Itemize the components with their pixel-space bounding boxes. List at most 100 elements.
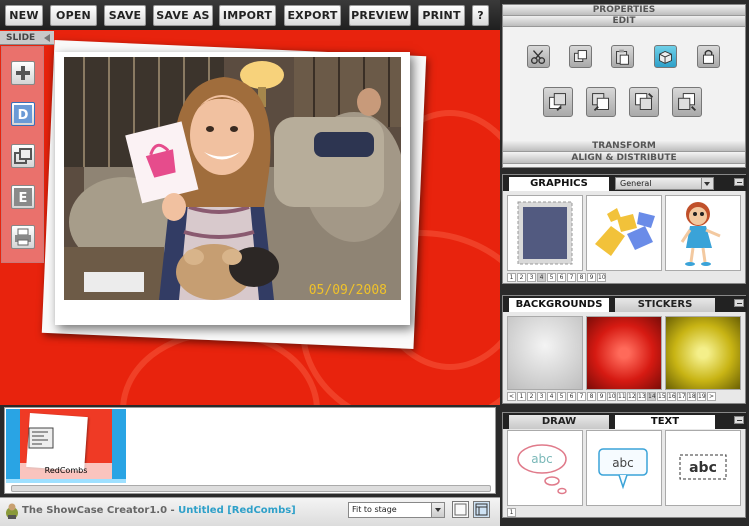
single-view-button[interactable] bbox=[452, 501, 469, 518]
split-view-button[interactable] bbox=[473, 501, 490, 518]
background-thumb-red[interactable] bbox=[586, 316, 662, 390]
page-button[interactable]: 1 bbox=[507, 508, 516, 517]
send-to-back-button[interactable] bbox=[672, 87, 702, 117]
tab-stickers[interactable]: STICKERS bbox=[615, 298, 715, 312]
dashed-text-box-icon: abc bbox=[679, 454, 727, 480]
tab-draw[interactable]: DRAW bbox=[509, 415, 609, 429]
slide-thumbnail[interactable]: RedCombs bbox=[6, 409, 126, 479]
page-button[interactable]: 16 bbox=[667, 392, 676, 401]
page-button[interactable]: 6 bbox=[567, 392, 576, 401]
minimize-icon[interactable] bbox=[734, 299, 744, 307]
text-style-speech-bubble[interactable]: abc bbox=[586, 430, 662, 506]
save-as-button[interactable]: SAVE AS bbox=[153, 5, 213, 26]
minimize-icon[interactable] bbox=[734, 178, 744, 186]
page-button[interactable]: 9 bbox=[597, 392, 606, 401]
page-button[interactable]: 2 bbox=[517, 273, 526, 282]
slide-thumbnail-label: RedCombs bbox=[20, 463, 112, 479]
page-button[interactable]: 15 bbox=[657, 392, 666, 401]
page-button[interactable]: 12 bbox=[627, 392, 636, 401]
tab-text[interactable]: TEXT bbox=[615, 415, 715, 429]
page-button[interactable]: 14 bbox=[647, 392, 656, 401]
page-button[interactable]: 4 bbox=[537, 273, 546, 282]
print-slide-button[interactable] bbox=[11, 225, 35, 249]
page-button[interactable]: 6 bbox=[557, 273, 566, 282]
properties-header[interactable]: PROPERTIES bbox=[503, 5, 745, 16]
preview-button[interactable]: PREVIEW bbox=[349, 5, 411, 26]
stamp-frame-image bbox=[517, 201, 573, 265]
print-button[interactable]: PRINT bbox=[418, 5, 465, 26]
help-button[interactable]: ? bbox=[472, 5, 489, 26]
svg-text:abc: abc bbox=[689, 460, 717, 476]
page-button[interactable]: < bbox=[507, 392, 516, 401]
page-button[interactable]: 1 bbox=[517, 392, 526, 401]
app-logo-icon bbox=[6, 503, 18, 519]
puzzle-pieces-image bbox=[595, 208, 655, 256]
open-button[interactable]: OPEN bbox=[50, 5, 97, 26]
page-button[interactable]: 8 bbox=[587, 392, 596, 401]
arrange-button[interactable] bbox=[654, 45, 677, 68]
duplicate-slide-button[interactable]: D bbox=[11, 102, 35, 126]
save-button[interactable]: SAVE bbox=[104, 5, 146, 26]
page-button[interactable]: 3 bbox=[527, 273, 536, 282]
bring-to-front-icon bbox=[549, 93, 566, 112]
align-distribute-header[interactable]: ALIGN & DISTRIBUTE bbox=[503, 153, 745, 164]
page-button[interactable]: 13 bbox=[637, 392, 646, 401]
export-button[interactable]: EXPORT bbox=[284, 5, 341, 26]
split-view-icon bbox=[475, 503, 488, 516]
paste-button[interactable] bbox=[611, 45, 634, 68]
page-button[interactable]: 2 bbox=[527, 392, 536, 401]
text-style-dashed-box[interactable]: abc bbox=[665, 430, 741, 506]
cut-button[interactable] bbox=[527, 45, 550, 68]
draw-text-panel: DRAW TEXT abc abc abc 1 bbox=[502, 412, 747, 518]
copy-button[interactable] bbox=[569, 45, 592, 68]
page-button[interactable]: 7 bbox=[577, 392, 586, 401]
page-button[interactable]: 1 bbox=[507, 273, 516, 282]
graphics-category-select[interactable]: General bbox=[615, 177, 714, 190]
collapse-arrow-icon[interactable] bbox=[44, 34, 50, 42]
page-button[interactable]: 3 bbox=[537, 392, 546, 401]
chevron-down-icon bbox=[701, 178, 713, 189]
page-button[interactable]: 4 bbox=[547, 392, 556, 401]
tab-graphics[interactable]: GRAPHICS bbox=[509, 177, 609, 191]
backgrounds-pager: <1 2 3 4 5 6 7 8 9 10 11 12 13 14 15 16 17 18 19 > bbox=[507, 392, 716, 401]
photo-frame[interactable]: 05/09/2008 bbox=[55, 52, 410, 325]
send-backward-button[interactable] bbox=[629, 87, 659, 117]
edit-slide-button[interactable]: E bbox=[11, 185, 35, 209]
text-style-thought-bubble[interactable]: abc bbox=[507, 430, 583, 506]
transform-header[interactable]: TRANSFORM bbox=[503, 141, 745, 152]
slide-photo: 05/09/2008 bbox=[64, 57, 401, 300]
copy-slide-button[interactable] bbox=[11, 144, 35, 168]
page-button[interactable]: 10 bbox=[597, 273, 606, 282]
page-button[interactable]: > bbox=[707, 392, 716, 401]
background-thumb-yellow[interactable] bbox=[665, 316, 741, 390]
add-slide-button[interactable] bbox=[11, 61, 35, 85]
minimize-icon[interactable] bbox=[734, 416, 744, 424]
lock-button[interactable] bbox=[697, 45, 720, 68]
graphic-cartoon-girl[interactable] bbox=[665, 195, 741, 271]
bring-to-front-button[interactable] bbox=[543, 87, 573, 117]
edit-header[interactable]: EDIT bbox=[503, 16, 745, 27]
thumbnail-selection-bar bbox=[6, 479, 126, 483]
page-button[interactable]: 19 bbox=[697, 392, 706, 401]
page-button[interactable]: 7 bbox=[567, 273, 576, 282]
tab-backgrounds[interactable]: BACKGROUNDS bbox=[509, 298, 609, 312]
speech-bubble-icon: abc bbox=[598, 448, 648, 490]
page-button[interactable]: 5 bbox=[557, 392, 566, 401]
page-button[interactable]: 5 bbox=[547, 273, 556, 282]
background-thumb-gray[interactable] bbox=[507, 316, 583, 390]
photo-image bbox=[64, 57, 401, 300]
page-button[interactable]: 17 bbox=[677, 392, 686, 401]
page-button[interactable]: 18 bbox=[687, 392, 696, 401]
timeline-scrollbar[interactable] bbox=[11, 485, 491, 492]
import-button[interactable]: IMPORT bbox=[219, 5, 276, 26]
page-button[interactable]: 10 bbox=[607, 392, 616, 401]
zoom-select[interactable]: Fit to stage bbox=[348, 502, 445, 518]
slide-panel-header[interactable]: SLIDE bbox=[0, 31, 54, 45]
page-button[interactable]: 11 bbox=[617, 392, 626, 401]
graphic-puzzle-pieces[interactable] bbox=[586, 195, 662, 271]
page-button[interactable]: 8 bbox=[577, 273, 586, 282]
bring-forward-button[interactable] bbox=[586, 87, 616, 117]
new-button[interactable]: NEW bbox=[5, 5, 43, 26]
page-button[interactable]: 9 bbox=[587, 273, 596, 282]
graphic-stamp-frame[interactable] bbox=[507, 195, 583, 271]
